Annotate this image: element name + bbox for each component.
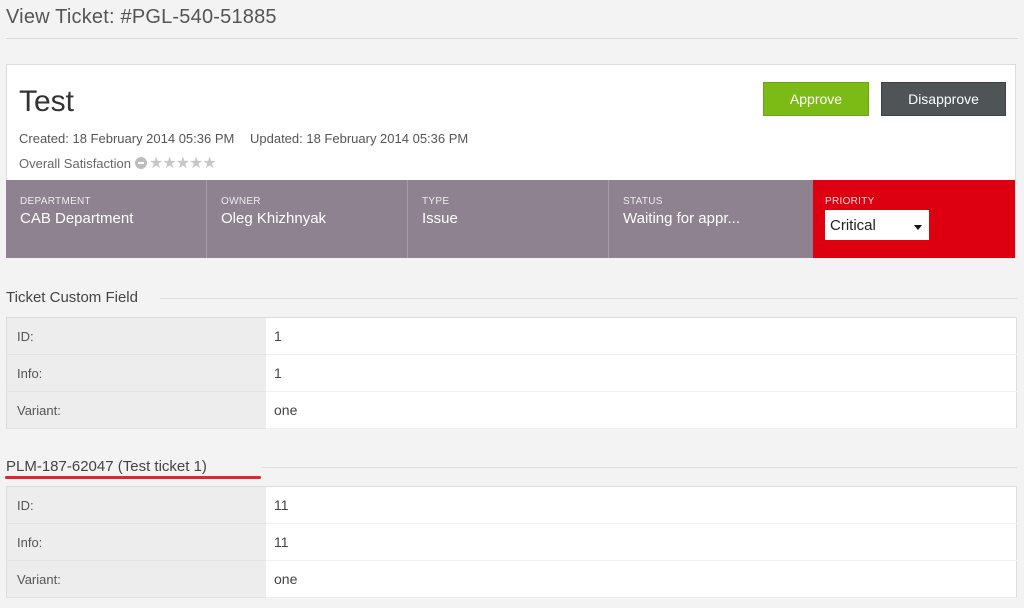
section-divider <box>160 298 1017 299</box>
updated-date: Updated: 18 February 2014 05:36 PM <box>249 131 469 146</box>
field-value: one <box>266 391 1017 429</box>
custom-field-table: ID: 1 Info: 1 Variant: one <box>6 317 1017 429</box>
satisfaction-label: Overall Satisfaction <box>19 155 131 171</box>
field-key: Variant: <box>6 560 266 598</box>
table-row: ID: 1 <box>6 317 1017 355</box>
table-row: ID: 11 <box>6 486 1017 524</box>
department-value: CAB Department <box>20 210 134 227</box>
field-value: 11 <box>266 486 1017 524</box>
owner-label: Owner <box>221 196 261 207</box>
caret-down-icon <box>914 224 922 230</box>
field-value: 1 <box>266 354 1017 392</box>
owner-cell: Owner Oleg Khizhnyak <box>207 180 408 258</box>
priority-cell: Priority Critical <box>813 180 1015 258</box>
type-label: Type <box>422 196 450 207</box>
type-value: Issue <box>422 210 458 227</box>
type-cell: Type Issue <box>408 180 609 258</box>
title-divider <box>6 38 1018 39</box>
field-key: Info: <box>6 523 266 561</box>
table-row: Info: 11 <box>6 523 1017 561</box>
status-cell: Status Waiting for appr... <box>609 180 813 258</box>
table-row: Variant: one <box>6 391 1017 429</box>
field-value: 1 <box>266 317 1017 355</box>
field-key: ID: <box>6 317 266 355</box>
department-cell: Department CAB Department <box>6 180 207 258</box>
page-title: View Ticket: #PGL-540-51885 <box>6 6 277 28</box>
section-divider <box>262 467 1017 468</box>
star-rating-icon[interactable]: ★★★★★ <box>149 153 217 173</box>
ticket-subject: Test <box>19 85 75 118</box>
priority-label: Priority <box>825 196 875 207</box>
status-value: Waiting for appr... <box>623 210 740 227</box>
ticket-info-bar: Department CAB Department Owner Oleg Khi… <box>6 180 1016 258</box>
minus-circle-icon[interactable] <box>135 157 147 169</box>
linked-ticket-table: ID: 11 Info: 11 Variant: one <box>6 486 1017 598</box>
field-value: 11 <box>266 523 1017 561</box>
field-key: Variant: <box>6 391 266 429</box>
linked-ticket-title[interactable]: PLM-187-62047 (Test ticket 1) <box>6 458 207 475</box>
department-label: Department <box>20 196 91 207</box>
field-value: one <box>266 560 1017 598</box>
table-row: Variant: one <box>6 560 1017 598</box>
field-key: Info: <box>6 354 266 392</box>
table-row: Info: 1 <box>6 354 1017 392</box>
annotation-underline <box>5 476 261 479</box>
ticket-meta: Created: 18 February 2014 05:36 PM Updat… <box>19 131 480 146</box>
priority-selected-value: Critical <box>830 216 876 234</box>
owner-value: Oleg Khizhnyak <box>221 210 327 227</box>
satisfaction-rating: Overall Satisfaction ★★★★★ <box>19 153 217 173</box>
status-label: Status <box>623 196 663 207</box>
custom-field-title: Ticket Custom Field <box>6 289 138 306</box>
priority-select[interactable]: Critical <box>825 210 929 240</box>
field-key: ID: <box>6 486 266 524</box>
created-date: Created: 18 February 2014 05:36 PM <box>19 131 235 146</box>
disapprove-button[interactable]: Disapprove <box>881 82 1006 116</box>
approve-button[interactable]: Approve <box>763 82 869 116</box>
